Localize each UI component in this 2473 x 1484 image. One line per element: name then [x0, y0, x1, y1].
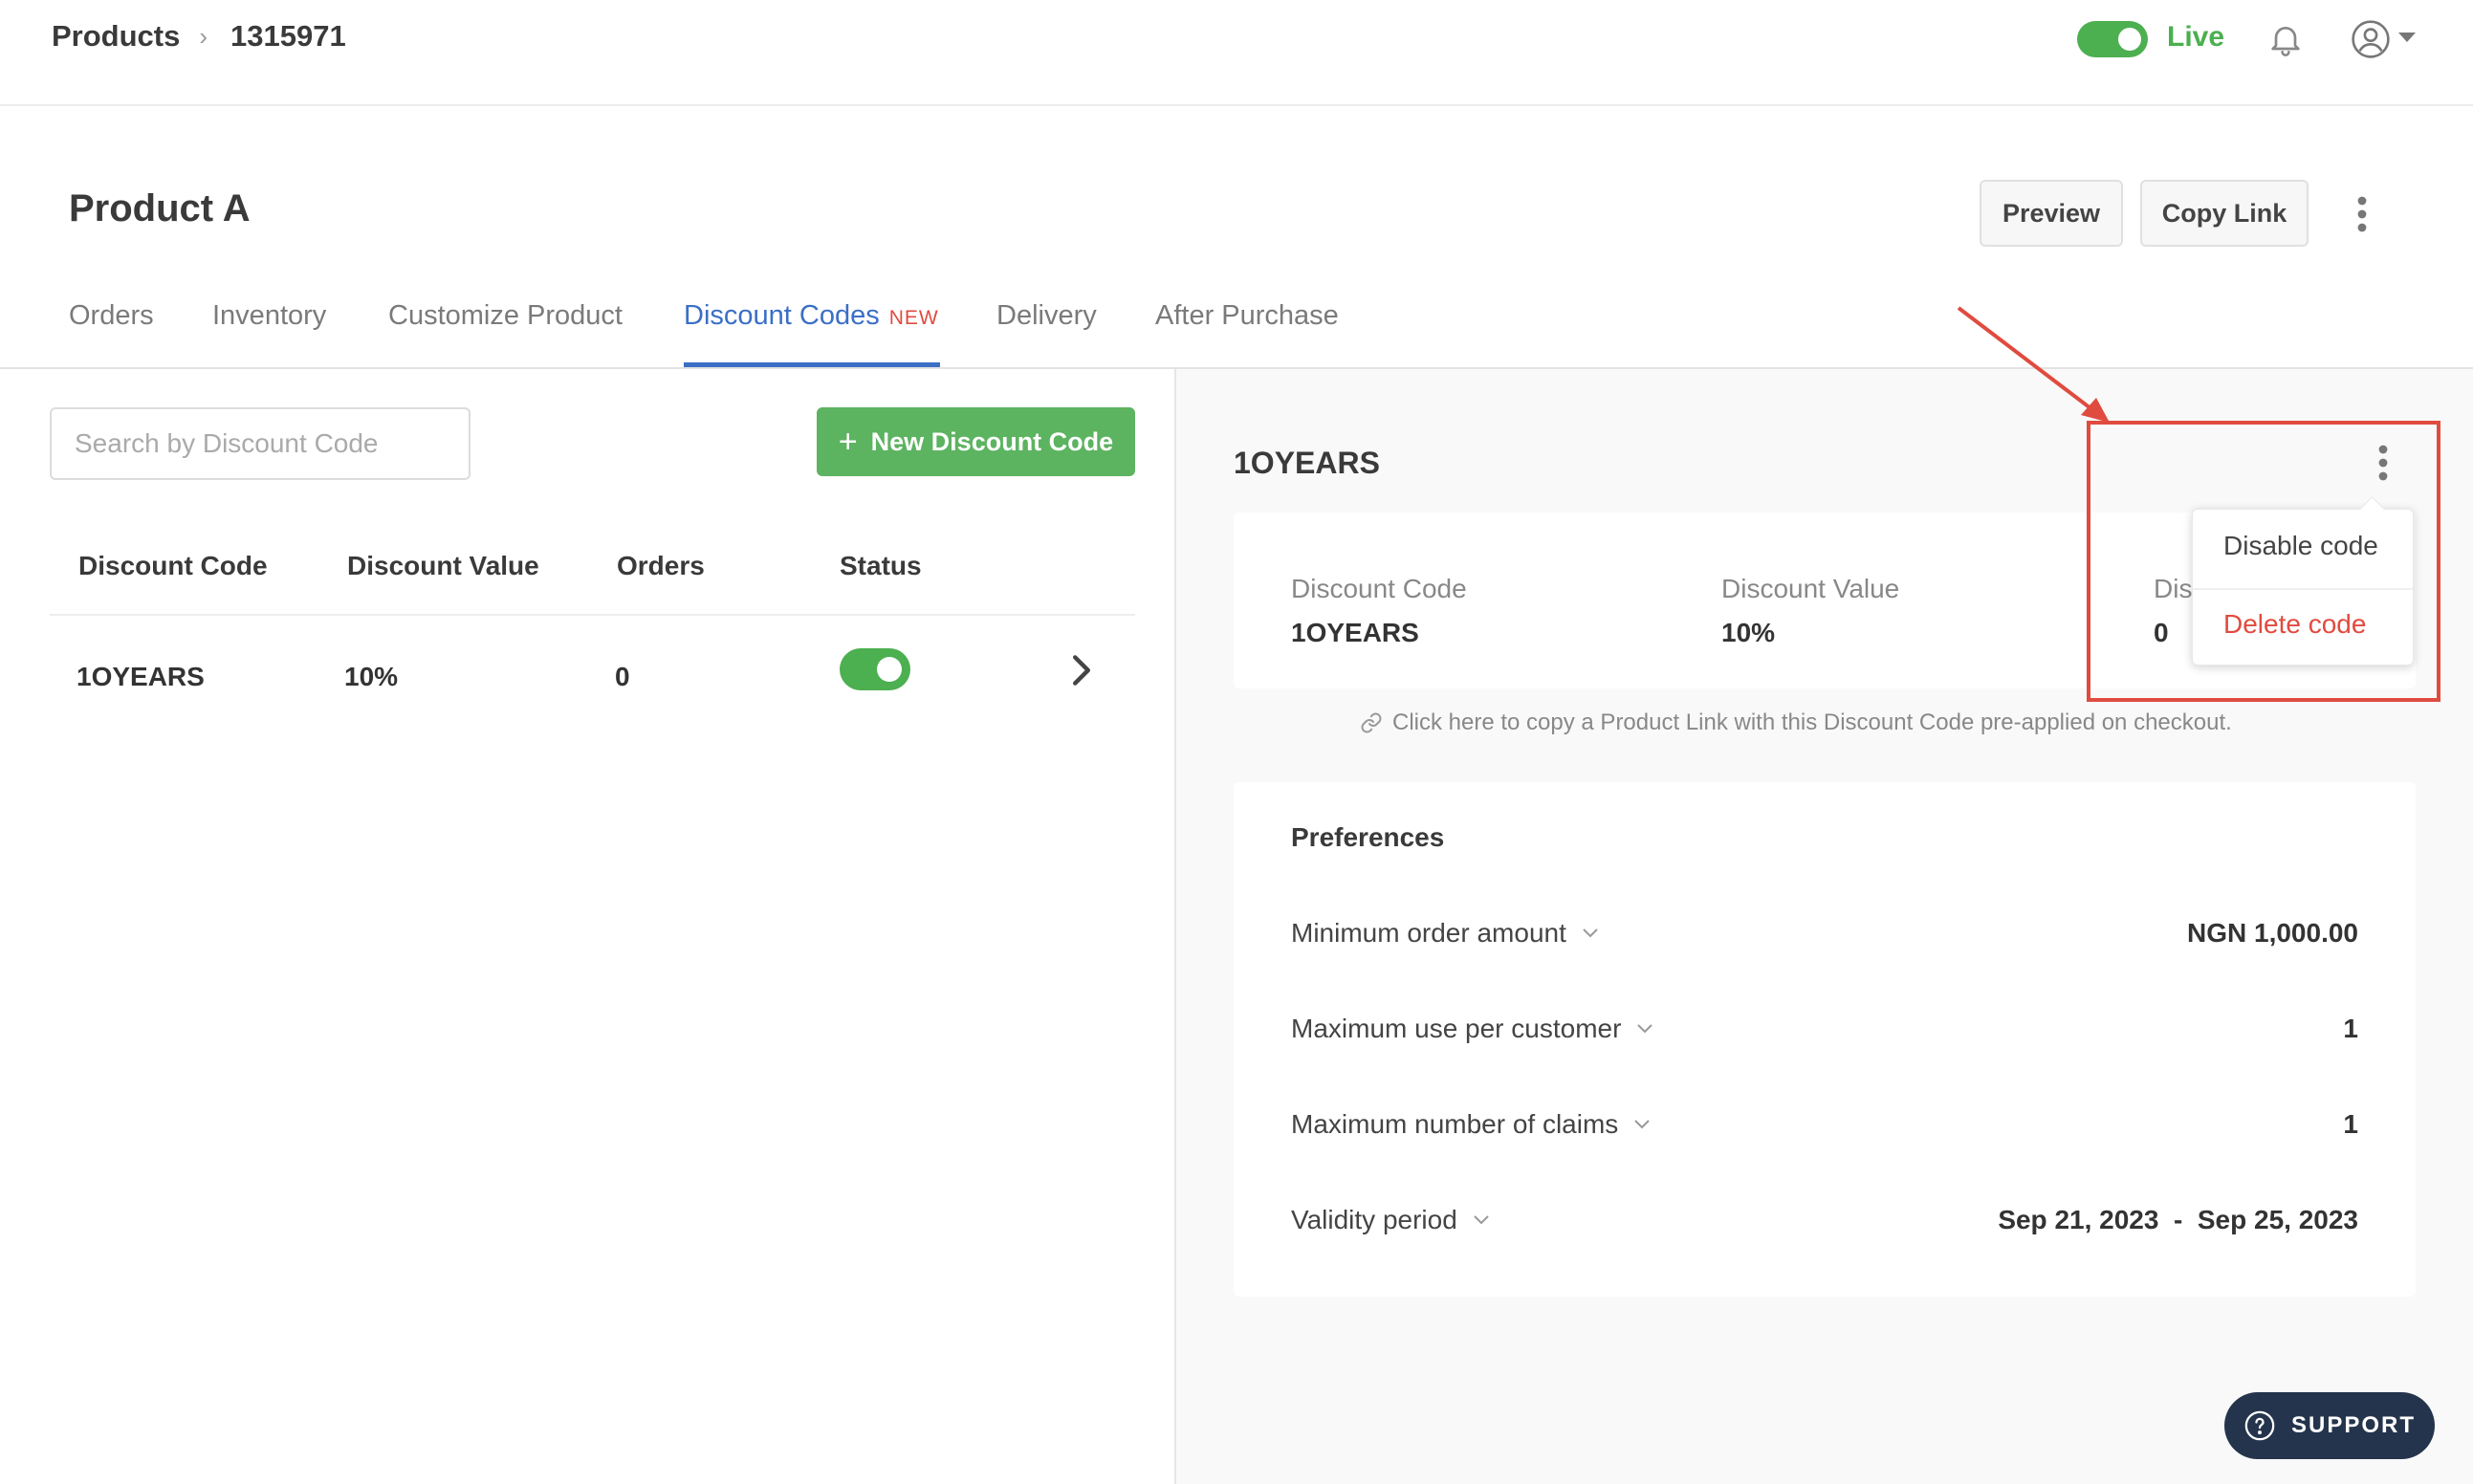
breadcrumb-current: 1315971 [230, 19, 346, 53]
help-circle-icon [2244, 1410, 2275, 1441]
tab-inventory[interactable]: Inventory [212, 300, 326, 332]
preview-button[interactable]: Preview [1980, 180, 2123, 247]
pref-value-validity-period: Sep 21, 2023 - Sep 25, 2023 [1998, 1205, 2358, 1234]
table-divider [50, 614, 1135, 616]
copy-link-button[interactable]: Copy Link [2140, 180, 2309, 247]
support-button[interactable]: SUPPORT [2224, 1392, 2435, 1459]
pref-maximum-use-per-customer[interactable]: Maximum use per customer [1291, 1014, 1653, 1044]
chevron-down-icon [1583, 928, 1598, 938]
breadcrumb: Products › 1315971 [52, 19, 346, 54]
detail-heading: 1OYEARS [1234, 446, 1380, 480]
row-value: 10% [344, 662, 399, 691]
live-toggle[interactable] [2077, 21, 2148, 57]
tab-discount-codes[interactable]: Discount Codes NEW [684, 300, 939, 332]
tab-delivery[interactable]: Delivery [996, 300, 1097, 332]
field-value-discount-code: 1OYEARS [1291, 618, 1419, 647]
field-label-discount-code: Discount Code [1291, 574, 1467, 603]
row-orders: 0 [615, 662, 630, 691]
pref-value-maximum-number-of-claims: 1 [2343, 1109, 2358, 1139]
link-icon [1361, 712, 1382, 733]
tab-after-purchase[interactable]: After Purchase [1155, 300, 1339, 332]
pref-validity-period[interactable]: Validity period [1291, 1205, 1490, 1235]
pref-maximum-number-of-claims[interactable]: Maximum number of claims [1291, 1109, 1651, 1140]
discount-code-list: + New Discount Code Discount Code Discou… [0, 369, 1174, 1484]
field-label-discount-value: Discount Value [1721, 574, 1900, 603]
more-vertical-icon[interactable] [2353, 195, 2372, 233]
tab-customize-product[interactable]: Customize Product [388, 300, 623, 332]
chevron-down-icon [1634, 1120, 1651, 1129]
user-avatar-icon[interactable] [2351, 19, 2391, 59]
pref-minimum-order-amount[interactable]: Minimum order amount [1291, 918, 1599, 949]
row-code: 1OYEARS [77, 662, 205, 691]
preferences-title: Preferences [1291, 822, 1445, 852]
column-header-discount-code: Discount Code [78, 551, 268, 580]
annotation-arrow-icon [1957, 306, 2110, 423]
chevron-down-icon[interactable] [2398, 33, 2416, 42]
search-input[interactable] [50, 407, 471, 480]
preferences-card: Preferences Minimum order amount NGN 1,0… [1234, 782, 2416, 1297]
pref-value-minimum-order-amount: NGN 1,000.00 [2187, 918, 2358, 948]
column-header-discount-value: Discount Value [347, 551, 539, 580]
active-tab-indicator [684, 362, 940, 367]
new-discount-code-button[interactable]: + New Discount Code [817, 407, 1135, 476]
field-value-discount-value: 10% [1721, 618, 1776, 647]
page-title: Product A [69, 187, 251, 229]
status-toggle[interactable] [840, 648, 910, 690]
pref-value-maximum-use-per-customer: 1 [2343, 1014, 2358, 1043]
column-header-status: Status [840, 551, 922, 580]
new-badge: NEW [888, 307, 939, 329]
chevron-down-icon [1474, 1215, 1489, 1225]
chevron-down-icon [1637, 1024, 1653, 1034]
top-bar: Products › 1315971 Live [0, 0, 2473, 106]
plus-icon: + [838, 423, 858, 460]
bell-icon[interactable] [2266, 19, 2305, 59]
copy-product-link[interactable]: Click here to copy a Product Link with t… [1360, 709, 2232, 736]
live-label: Live [2167, 21, 2225, 53]
tab-orders[interactable]: Orders [69, 300, 154, 332]
column-header-orders: Orders [617, 551, 705, 580]
annotation-highlight-box [2087, 421, 2440, 702]
breadcrumb-products-link[interactable]: Products [52, 19, 180, 54]
breadcrumb-separator-icon: › [199, 21, 208, 51]
chevron-right-icon[interactable] [1069, 654, 1094, 687]
